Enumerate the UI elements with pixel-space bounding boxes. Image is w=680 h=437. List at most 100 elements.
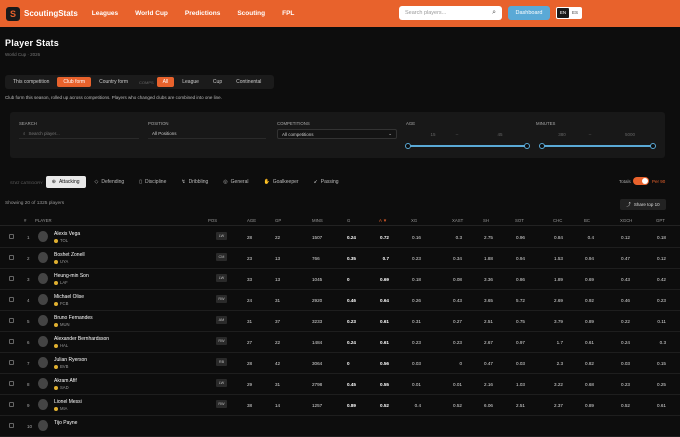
row-checkbox[interactable] <box>9 255 14 260</box>
arrow-icon: ➹ <box>313 179 318 185</box>
comp-continental[interactable]: Continental <box>230 77 267 87</box>
club-badge-icon <box>54 343 58 348</box>
stat-mins: 2798 <box>312 382 323 387</box>
column-header[interactable]: POS <box>208 218 217 223</box>
column-header[interactable]: SH <box>483 218 489 223</box>
minutes-slider-track[interactable] <box>543 145 654 147</box>
row-rank: 4 <box>27 298 30 303</box>
global-search-input[interactable]: Search players... ⌕ <box>399 6 502 20</box>
tab-passing[interactable]: ➹ Passing <box>308 176 345 188</box>
nav-world-cup[interactable]: World Cup <box>135 10 168 17</box>
table-row[interactable]: 2 Boshet Zonell UYA CM 23 13 766 0.35 0.7 0.23 0.3… <box>0 248 680 269</box>
player-name[interactable]: Tijo Payne <box>54 420 77 426</box>
row-checkbox[interactable] <box>9 402 14 407</box>
player-name[interactable]: Alexis Vega <box>54 231 80 237</box>
minutes-min-handle[interactable] <box>539 143 545 149</box>
tab-club-form[interactable]: Club form <box>57 77 92 87</box>
table-row[interactable]: 9 Lionel Messi MIA RW 38 14 1257 0.89 0.52 0.4 0.5… <box>0 395 680 416</box>
column-header[interactable]: AGE <box>247 218 256 223</box>
row-checkbox[interactable] <box>9 339 14 344</box>
tab-dribbling[interactable]: ↯ Dribbling <box>175 176 214 188</box>
column-header[interactable]: CHC <box>553 218 562 223</box>
player-name[interactable]: Bruno Fernandes <box>54 315 93 321</box>
player-name[interactable]: Julian Ryerson <box>54 357 87 363</box>
language-switch[interactable]: EN ES <box>556 7 582 19</box>
tab-discipline[interactable]: ▯ Discipline <box>133 176 172 188</box>
tab-this-competition[interactable]: This competition <box>7 77 55 87</box>
column-header[interactable]: GPT <box>656 218 665 223</box>
avatar <box>38 315 48 326</box>
table-row[interactable]: 8 Akram Afif SAD LW 29 31 2798 0.45 0.55 0.01 0.01… <box>0 374 680 395</box>
competitions-select[interactable]: All competitions ⌄ <box>277 129 397 139</box>
comp-league[interactable]: League <box>176 77 205 87</box>
player-name[interactable]: Lionel Messi <box>54 399 82 405</box>
comp-all[interactable]: All <box>156 77 175 87</box>
stat-a: 0.72 <box>380 235 389 240</box>
row-checkbox[interactable] <box>9 381 14 386</box>
nav-leagues[interactable]: Leagues <box>92 10 118 17</box>
club-badge-icon <box>54 322 58 327</box>
column-header[interactable]: XGCH <box>620 218 632 223</box>
row-checkbox[interactable] <box>9 318 14 323</box>
table-row[interactable]: 1 Alexis Vega TOL LW 28 22 1507 0.24 0.72 0.16 0.3… <box>0 227 680 248</box>
age-max-input[interactable]: 45 <box>485 132 515 137</box>
column-header[interactable]: MINS <box>312 218 323 223</box>
table-row[interactable]: 5 Bruno Fernandes MUN AM 31 37 3233 0.23 0.61 0.3… <box>0 311 680 332</box>
table-row[interactable]: 4 Michael Olise FCB RW 24 31 2920 0.46 0.64 0.26 0… <box>0 290 680 311</box>
share-button[interactable]: ⤴ Share top 10 <box>620 199 666 210</box>
comp-cup[interactable]: Cup <box>207 77 228 87</box>
lang-es[interactable]: ES <box>569 8 581 18</box>
table-row[interactable]: 6 Alexander Bernhardsson HAL RW 27 22 1484 0.24… <box>0 332 680 353</box>
player-name[interactable]: Michael Olise <box>54 294 84 300</box>
age-min-input[interactable]: 15 <box>418 132 448 137</box>
stat-bc: 0.89 <box>585 319 594 324</box>
player-name[interactable]: Boshet Zonell <box>54 252 85 258</box>
minutes-max-input[interactable]: 5000 <box>615 132 645 137</box>
tab-attacking[interactable]: ⊕ Attacking <box>45 176 86 188</box>
stat-xast: 0.01 <box>453 382 462 387</box>
row-checkbox[interactable] <box>9 360 14 365</box>
position-badge: CM <box>216 253 227 261</box>
nav-predictions[interactable]: Predictions <box>185 10 220 17</box>
table-row[interactable]: 10 Tijo Payne <box>0 416 680 437</box>
player-name[interactable]: Alexander Bernhardsson <box>54 336 109 342</box>
tab-defending[interactable]: ◇ Defending <box>89 176 131 188</box>
column-header[interactable]: GP <box>275 218 281 223</box>
tab-goalkeeper[interactable]: ✋ Goalkeeper <box>257 176 304 188</box>
column-header[interactable]: A ▼ <box>379 218 387 223</box>
table-row[interactable]: 3 Heung-min Son LAF LW 33 13 1045 0 0.69 0.18 0.08… <box>0 269 680 290</box>
table-row[interactable]: 7 Julian Ryerson BVB RB 28 42 3064 0 0.56 0.03 0 0.… <box>0 353 680 374</box>
column-header[interactable]: XAST <box>452 218 463 223</box>
player-name[interactable]: Akram Afif <box>54 378 77 384</box>
column-header[interactable]: # <box>24 218 26 223</box>
player-search-input[interactable]: ⌕ Search player... <box>19 129 139 139</box>
per90-toggle[interactable] <box>633 177 649 185</box>
brand-logo[interactable]: S ScoutingStats <box>6 6 78 21</box>
nav-scouting[interactable]: Scouting <box>237 10 265 17</box>
position-select[interactable]: All Positions <box>148 129 266 139</box>
column-header[interactable]: XG <box>411 218 417 223</box>
nav-fpl[interactable]: FPL <box>282 10 294 17</box>
stat-sot: 0.03 <box>516 361 525 366</box>
row-checkbox[interactable] <box>9 297 14 302</box>
minutes-max-handle[interactable] <box>650 143 656 149</box>
stat-xgch: 0.43 <box>621 277 630 282</box>
column-header[interactable]: PLAYER <box>35 218 52 223</box>
column-header[interactable]: SOT <box>515 218 524 223</box>
minutes-min-input[interactable]: 380 <box>547 132 577 137</box>
player-name[interactable]: Heung-min Son <box>54 273 89 279</box>
age-min-handle[interactable] <box>405 143 411 149</box>
column-header[interactable]: G <box>347 218 350 223</box>
position-badge: RW <box>216 337 227 345</box>
stat-xast: 0 <box>459 361 462 366</box>
stat-mins: 3064 <box>312 361 323 366</box>
tab-country-form[interactable]: Country form <box>93 77 134 87</box>
dashboard-button[interactable]: Dashboard <box>508 6 550 20</box>
tab-general[interactable]: ◎ General <box>217 176 254 188</box>
column-header[interactable]: BC <box>584 218 590 223</box>
age-max-handle[interactable] <box>524 143 530 149</box>
age-slider-track[interactable] <box>409 145 527 147</box>
lang-en[interactable]: EN <box>557 8 569 18</box>
row-checkbox[interactable] <box>9 276 14 281</box>
row-checkbox[interactable] <box>9 234 14 239</box>
